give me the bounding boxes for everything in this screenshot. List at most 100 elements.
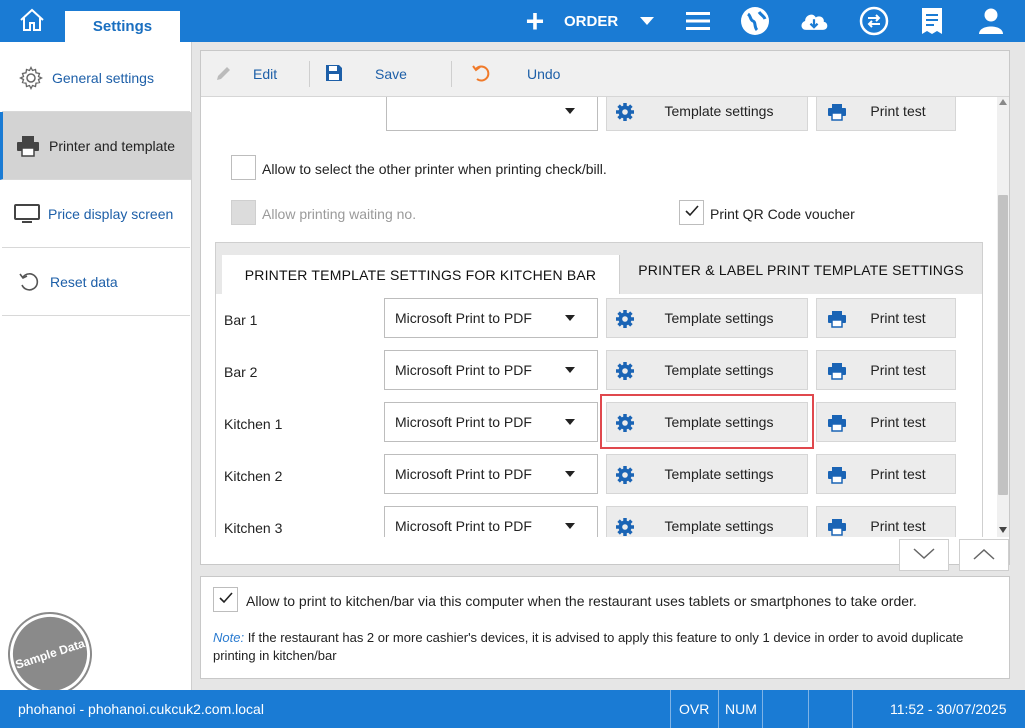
save-button[interactable]: Save <box>325 51 407 97</box>
allow-select-other-printer-checkbox[interactable] <box>231 155 256 180</box>
allow-waiting-no-label: Allow printing waiting no. <box>262 206 417 222</box>
sidebar-item-reset-data[interactable]: Reset data <box>2 248 190 316</box>
add-icon: + <box>525 3 545 39</box>
scrollbar-thumb[interactable] <box>998 195 1008 495</box>
allow-waiting-no-checkbox <box>231 200 256 225</box>
note-text: Note: If the restaurant has 2 or more ca… <box>213 630 964 663</box>
settings-tab[interactable]: Settings <box>65 11 180 42</box>
toolbar: Edit Save Undo <box>201 51 1009 97</box>
receipt-icon[interactable] <box>916 5 948 37</box>
monitor-icon <box>12 203 42 225</box>
print-test-button[interactable]: Print test <box>816 350 956 390</box>
status-divider <box>762 690 763 728</box>
printer-icon <box>827 309 847 329</box>
template-settings-button[interactable]: Template settings <box>606 350 808 390</box>
scroll-down-icon[interactable] <box>999 527 1007 533</box>
printer-icon <box>827 517 847 537</box>
kitchen-bar-list: Bar 1 Microsoft Print to PDF Template se… <box>216 294 982 537</box>
scroll-up-icon[interactable] <box>999 99 1007 105</box>
ovr-indicator: OVR <box>679 701 710 717</box>
order-label: ORDER <box>564 12 619 30</box>
pencil-icon <box>215 64 233 85</box>
sidebar-item-label: Reset data <box>50 273 118 290</box>
allow-kitchen-print-label: Allow to print to kitchen/bar via this c… <box>246 593 917 609</box>
printer-select[interactable]: Microsoft Print to PDF <box>384 506 598 537</box>
datetime-label: 11:52 - 30/07/2025 <box>890 701 1007 717</box>
settings-scroll-area[interactable]: Template settings Print test Allow to se… <box>213 97 997 537</box>
print-test-button[interactable]: Print test <box>816 298 956 338</box>
print-qr-voucher-checkbox[interactable] <box>679 200 704 225</box>
save-icon <box>325 64 343 85</box>
order-menu[interactable]: + ORDER <box>520 0 655 42</box>
chevron-down-icon[interactable] <box>640 17 655 25</box>
template-settings-button[interactable]: Template settings <box>606 454 808 494</box>
printer-select[interactable]: Microsoft Print to PDF <box>384 298 598 338</box>
status-bar: phohanoi - phohanoi.cukcuk2.com.local OV… <box>0 690 1025 728</box>
printer-icon <box>827 413 847 433</box>
printer-select[interactable]: Microsoft Print to PDF <box>384 402 598 442</box>
gear-icon <box>615 309 635 329</box>
vertical-scrollbar[interactable] <box>997 97 1009 537</box>
reset-icon <box>14 271 44 293</box>
home-icon <box>19 8 45 35</box>
undo-button[interactable]: Undo <box>471 51 560 97</box>
printer-icon <box>827 465 847 485</box>
print-test-button[interactable]: Print test <box>816 454 956 494</box>
gear-icon <box>615 102 635 122</box>
cloud-download-icon[interactable] <box>798 5 830 37</box>
user-icon[interactable] <box>975 5 1007 37</box>
sidebar-item-label: Price display screen <box>48 205 174 222</box>
allow-kitchen-print-checkbox[interactable] <box>213 587 238 612</box>
sidebar-item-general-settings[interactable]: General settings <box>2 44 190 112</box>
checkmark-icon <box>218 591 234 608</box>
print-qr-voucher-label: Print QR Code voucher <box>710 206 855 222</box>
sidebar: General settings Printer and template Pr… <box>0 42 192 705</box>
template-settings-button[interactable]: Template settings <box>606 97 808 131</box>
chevron-down-icon <box>565 315 575 321</box>
printer-select[interactable]: Microsoft Print to PDF <box>384 454 598 494</box>
sidebar-item-label: General settings <box>52 69 154 86</box>
highlight-box <box>600 394 814 449</box>
top-bar: Settings + ORDER <box>0 0 1025 42</box>
status-divider <box>718 690 719 728</box>
undo-label: Undo <box>527 66 561 82</box>
sidebar-item-price-display-screen[interactable]: Price display screen <box>2 180 190 248</box>
sidebar-item-printer-and-template[interactable]: Printer and template <box>0 112 191 180</box>
gear-icon <box>16 65 46 90</box>
edit-label: Edit <box>253 66 278 82</box>
sync-icon[interactable] <box>858 5 890 37</box>
printer-select[interactable]: Microsoft Print to PDF <box>384 350 598 390</box>
toolbar-divider <box>309 61 310 87</box>
menu-icon[interactable] <box>682 5 714 37</box>
sidebar-item-label: Printer and template <box>49 137 176 154</box>
chevron-down-icon <box>565 108 575 114</box>
tab-label-print[interactable]: PRINTER & LABEL PRINT TEMPLATE SETTINGS <box>620 247 982 293</box>
gear-icon <box>615 517 635 537</box>
note-prefix: Note: <box>213 630 245 645</box>
home-button[interactable] <box>0 0 64 42</box>
kitchen-print-options: Allow to print to kitchen/bar via this c… <box>200 576 1010 679</box>
print-test-button[interactable]: Print test <box>816 506 956 537</box>
template-settings-button[interactable]: Template settings <box>606 298 808 338</box>
printer-icon <box>13 135 43 157</box>
checkmark-icon <box>684 204 700 221</box>
globe-icon[interactable] <box>739 5 771 37</box>
chevron-down-icon <box>565 419 575 425</box>
chevron-down-icon <box>565 523 575 529</box>
gear-icon <box>615 465 635 485</box>
tab-kitchen-bar[interactable]: PRINTER TEMPLATE SETTINGS FOR KITCHEN BA… <box>222 255 620 295</box>
status-divider <box>670 690 671 728</box>
print-test-button[interactable]: Print test <box>816 97 956 131</box>
printer-icon <box>827 361 847 381</box>
printer-select[interactable] <box>386 97 598 131</box>
printer-tabs: PRINTER TEMPLATE SETTINGS FOR KITCHEN BA… <box>215 242 983 537</box>
edit-button[interactable]: Edit <box>215 51 277 97</box>
status-divider <box>808 690 809 728</box>
printer-icon <box>827 102 847 122</box>
template-settings-button[interactable]: Template settings <box>606 506 808 537</box>
scroll-up-button[interactable] <box>959 539 1009 571</box>
undo-icon <box>471 64 491 85</box>
print-test-button[interactable]: Print test <box>816 402 956 442</box>
status-divider <box>852 690 853 728</box>
scroll-down-button[interactable] <box>899 539 949 571</box>
